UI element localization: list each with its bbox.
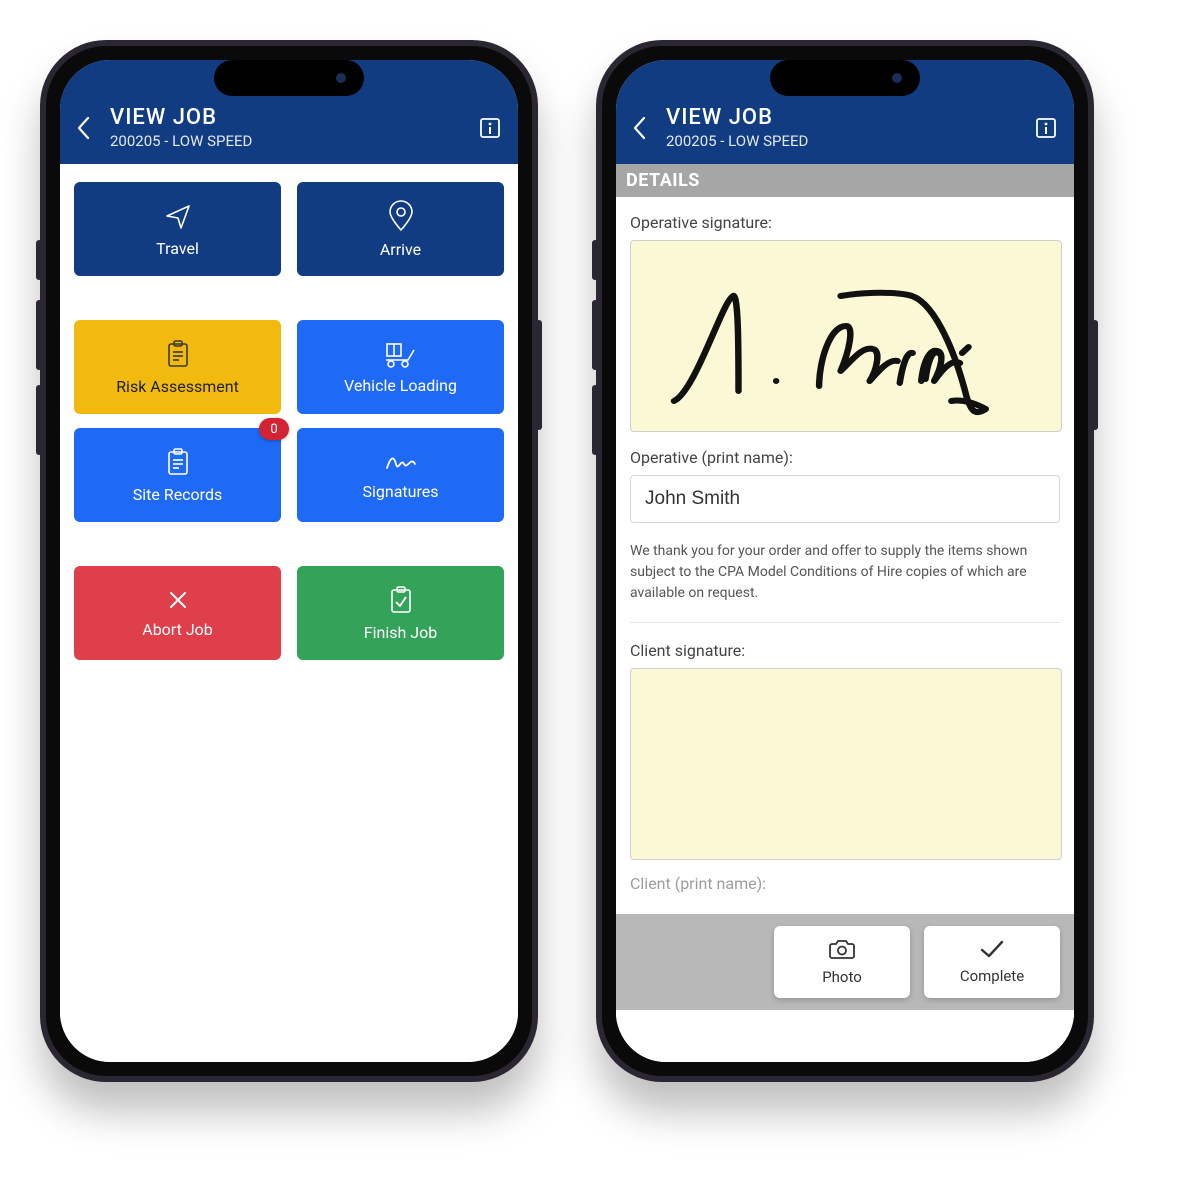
info-button[interactable] bbox=[472, 110, 508, 146]
site-records-tile[interactable]: 0 Site Records bbox=[74, 428, 281, 522]
page-title: VIEW JOB bbox=[666, 106, 1020, 130]
vehicle-label: Vehicle Loading bbox=[344, 376, 457, 395]
check-icon bbox=[979, 939, 1005, 967]
risk-label: Risk Assessment bbox=[116, 377, 239, 396]
app-bar: VIEW JOB 200205 - LOW SPEED bbox=[616, 100, 1074, 164]
abort-label: Abort Job bbox=[142, 620, 213, 639]
signatures-tile[interactable]: Signatures bbox=[297, 428, 504, 522]
risk-assessment-tile[interactable]: Risk Assessment bbox=[74, 320, 281, 414]
pin-icon bbox=[388, 200, 414, 240]
operative-signature-label: Operative signature: bbox=[630, 213, 1060, 232]
bottom-strip bbox=[616, 1010, 1074, 1062]
close-icon bbox=[166, 588, 190, 620]
signature-icon bbox=[384, 450, 418, 482]
finish-label: Finish Job bbox=[364, 623, 437, 642]
operative-name-label: Operative (print name): bbox=[630, 448, 1060, 467]
camera-icon bbox=[829, 938, 855, 968]
back-button[interactable] bbox=[622, 108, 658, 148]
site-label: Site Records bbox=[133, 485, 222, 504]
travel-tile[interactable]: Travel bbox=[74, 182, 281, 276]
dynamic-island bbox=[770, 60, 920, 96]
action-bar: Photo Complete bbox=[616, 914, 1074, 1010]
operative-signature-box[interactable] bbox=[630, 240, 1062, 432]
clipboard-list-icon bbox=[165, 339, 191, 377]
operative-name-input[interactable] bbox=[630, 475, 1060, 523]
phone-frame-left: VIEW JOB 200205 - LOW SPEED Travel bbox=[40, 40, 538, 1082]
phone-frame-right: VIEW JOB 200205 - LOW SPEED DETAILS Oper… bbox=[596, 40, 1094, 1082]
clipboard-check-icon bbox=[388, 585, 414, 623]
trolley-icon bbox=[384, 340, 418, 376]
navigate-icon bbox=[163, 201, 193, 239]
page-subtitle: 200205 - LOW SPEED bbox=[110, 132, 464, 150]
page-subtitle: 200205 - LOW SPEED bbox=[666, 132, 1020, 150]
client-signature-label: Client signature: bbox=[630, 641, 1060, 660]
vehicle-loading-tile[interactable]: Vehicle Loading bbox=[297, 320, 504, 414]
clipboard-icon bbox=[165, 447, 191, 485]
details-section-header: DETAILS bbox=[616, 164, 1074, 197]
complete-button[interactable]: Complete bbox=[924, 926, 1060, 998]
travel-label: Travel bbox=[156, 239, 199, 258]
complete-label: Complete bbox=[960, 967, 1024, 985]
signatures-label: Signatures bbox=[363, 482, 439, 501]
photo-button[interactable]: Photo bbox=[774, 926, 910, 998]
photo-label: Photo bbox=[822, 968, 862, 986]
dynamic-island bbox=[214, 60, 364, 96]
abort-job-tile[interactable]: Abort Job bbox=[74, 566, 281, 660]
client-name-label: Client (print name): bbox=[630, 874, 1060, 893]
page-title: VIEW JOB bbox=[110, 106, 464, 130]
finish-job-tile[interactable]: Finish Job bbox=[297, 566, 504, 660]
client-signature-box[interactable] bbox=[630, 668, 1062, 860]
info-button[interactable] bbox=[1028, 110, 1064, 146]
app-bar: VIEW JOB 200205 - LOW SPEED bbox=[60, 100, 518, 164]
site-records-badge: 0 bbox=[259, 418, 289, 440]
arrive-tile[interactable]: Arrive bbox=[297, 182, 504, 276]
terms-text: We thank you for your order and offer to… bbox=[630, 541, 1060, 623]
arrive-label: Arrive bbox=[380, 240, 421, 259]
back-button[interactable] bbox=[66, 108, 102, 148]
